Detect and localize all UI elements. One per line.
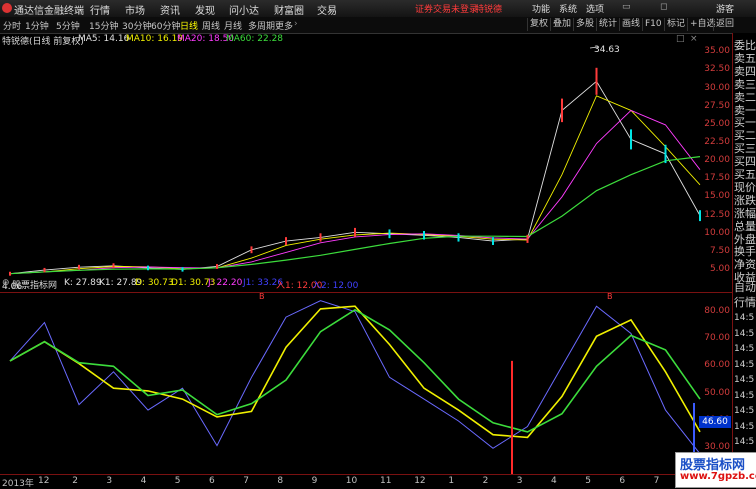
quote-hangqing[interactable]: 行情: [734, 294, 756, 310]
trade-time: 14:5: [734, 313, 755, 323]
buy-marker-2: B: [607, 292, 613, 301]
date-axis-label: 6: [209, 476, 215, 486]
trade-time: 14:5: [734, 437, 755, 447]
x2-readout: 入2: 12.00: [312, 281, 359, 291]
price-axis-label: 7.50: [709, 245, 730, 256]
price-axis-label: 25.00: [704, 118, 730, 129]
pane-separator: [0, 292, 732, 293]
ma-line-ma10: [9, 95, 701, 275]
date-axis-label: 5: [174, 476, 181, 486]
kdj-axis-label: 50.00: [704, 387, 730, 398]
ma-line-ma5: [9, 80, 701, 275]
price-axis-label: 15.00: [704, 191, 730, 202]
trade-time: 14:5: [734, 406, 755, 416]
kdj-chart: [9, 300, 701, 474]
trade-time: 14:5: [734, 359, 755, 370]
date-axis-label: 12: [38, 476, 50, 486]
site-watermark: 股票指标网 www.7gpzb.com: [675, 452, 756, 488]
price-axis-label: 35.00: [704, 46, 730, 57]
date-axis-label: 2: [482, 476, 489, 486]
date-axis-label: 4: [551, 476, 557, 486]
kdj-line-k: [9, 300, 701, 455]
date-axis-label: 4: [140, 476, 147, 486]
date-axis-label: 7: [243, 476, 249, 486]
trade-time: 14:5: [734, 328, 755, 339]
price-axis-label: 27.50: [704, 100, 730, 111]
price-axis-label: 12.50: [704, 209, 730, 220]
buy-marker-1: B: [259, 292, 265, 301]
bottom-axis-line: [0, 474, 732, 475]
d-readout: D: 30.73: [135, 278, 174, 288]
date-axis-label: 3: [516, 476, 523, 486]
k-readout: K: 27.89: [64, 278, 102, 288]
date-axis-label: 3: [106, 476, 113, 486]
trade-time: 14:5: [734, 390, 755, 401]
date-axis-label: 10: [345, 476, 358, 486]
j-readout: J: 22.20: [208, 278, 243, 288]
price-axis-label: 10.00: [704, 227, 730, 238]
price-axis-label: 20.00: [704, 155, 730, 166]
date-axis-label: 9: [311, 476, 318, 486]
date-axis-label: 2013年: [2, 479, 34, 489]
date-axis-label: 7: [653, 476, 660, 486]
price-chart: [9, 67, 701, 276]
price-axis-label: 5.00: [709, 264, 730, 275]
kdj-axis-label: 80.00: [704, 305, 730, 316]
indicator-title[interactable]: 股票指标网: [12, 278, 57, 291]
trade-time: 14:5: [734, 375, 755, 385]
date-axis-label: 6: [619, 476, 626, 486]
quote-auto[interactable]: 自动: [734, 279, 756, 295]
price-axis-label: 30.00: [704, 82, 730, 93]
watermark-url: www.7gpzb.com: [680, 471, 756, 482]
ma-line-ma60: [9, 156, 701, 275]
date-axis-label: 2: [72, 476, 78, 486]
date-axis-label: 12: [414, 476, 426, 486]
kdj-axis-label: 60.00: [704, 360, 730, 371]
indicator-settings-icon[interactable]: ⊕: [2, 278, 10, 288]
current-value-tag: 46.60: [699, 416, 731, 428]
price-axis-label: 22.50: [704, 137, 730, 148]
trade-time: 14:5: [734, 421, 755, 432]
chart-canvas[interactable]: 34.63 4.06 B B: [0, 0, 756, 487]
date-axis-label: 5: [585, 476, 591, 486]
price-axis-label: 32.50: [704, 64, 730, 75]
kdj-axis-label: 70.00: [704, 333, 730, 343]
date-axis-label: 1: [448, 476, 455, 486]
price-axis-label: 17.50: [704, 173, 730, 184]
trade-time: 14:5: [734, 344, 755, 354]
date-axis-label: 11: [380, 476, 392, 486]
kdj-line-j: [9, 308, 701, 433]
kdj-axis-label: 30.00: [704, 442, 730, 453]
date-axis-label: 8: [277, 476, 284, 486]
high-price-label: 34.63: [594, 45, 620, 55]
